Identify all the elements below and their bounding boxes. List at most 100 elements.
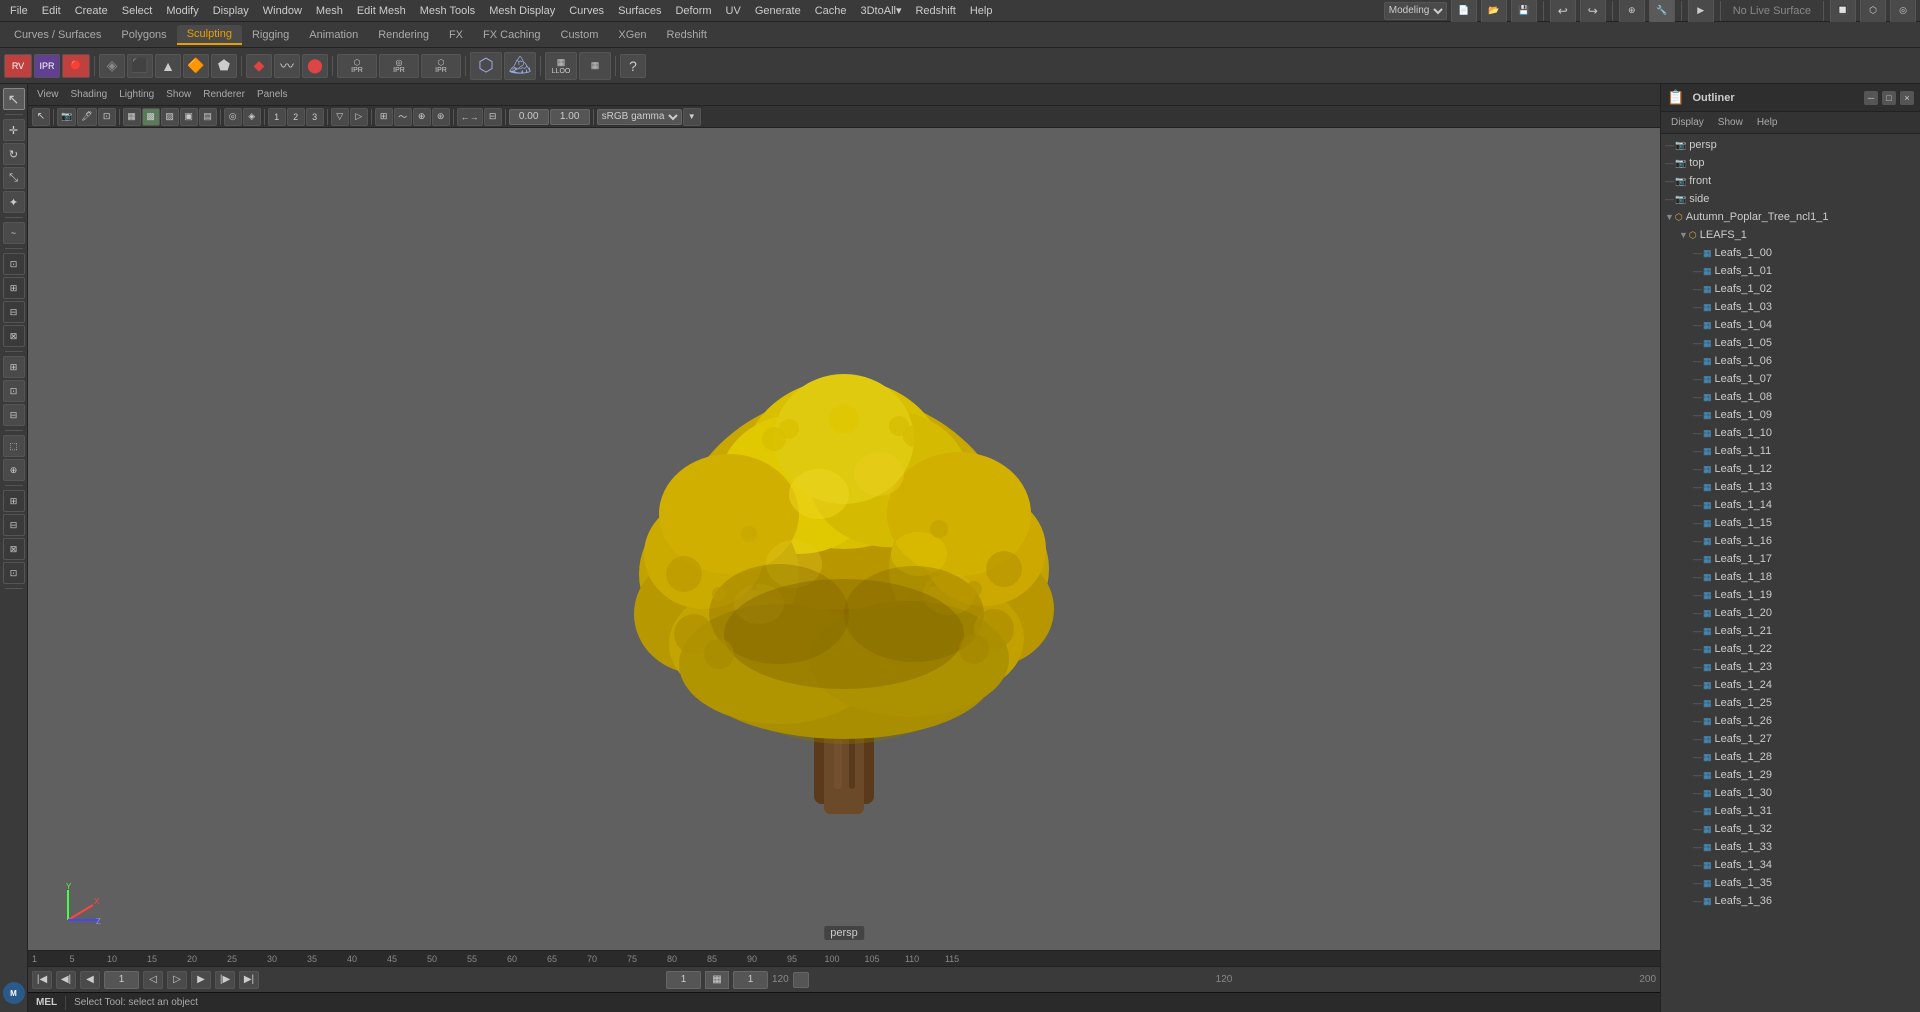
- uv-btn-1[interactable]: ⬡: [470, 52, 502, 80]
- outliner-item[interactable]: — ▦ Leafs_1_31: [1661, 802, 1920, 820]
- icon-btn-1[interactable]: 🔲: [1830, 0, 1856, 23]
- universal-tool-btn[interactable]: ✦: [3, 191, 25, 213]
- vp-panels-menu[interactable]: Panels: [252, 88, 293, 101]
- outliner-item[interactable]: — ▦ Leafs_1_32: [1661, 820, 1920, 838]
- next-frame-btn[interactable]: ▶: [191, 971, 211, 989]
- vp-crease-btn[interactable]: ▷: [350, 108, 368, 126]
- outliner-item[interactable]: — ▦ Leafs_1_14: [1661, 496, 1920, 514]
- outliner-item[interactable]: ▼ ⬡ Autumn_Poplar_Tree_ncl1_1: [1661, 208, 1920, 226]
- outliner-resize-handle[interactable]: [1258, 84, 1264, 1012]
- soft-select-btn[interactable]: ~: [3, 222, 25, 244]
- outliner-item[interactable]: — ▦ Leafs_1_24: [1661, 676, 1920, 694]
- tab-custom[interactable]: Custom: [551, 26, 609, 44]
- show-manip-btn[interactable]: ⊕: [3, 459, 25, 481]
- lasso-btn[interactable]: ⊡: [3, 253, 25, 275]
- outliner-item[interactable]: — ▦ Leafs_1_35: [1661, 874, 1920, 892]
- outliner-item[interactable]: — ▦ Leafs_1_21: [1661, 622, 1920, 640]
- extra-btn-3[interactable]: ⊠: [3, 538, 25, 560]
- redo-btn[interactable]: ↪: [1580, 0, 1606, 23]
- next-key-btn[interactable]: |▶: [215, 971, 235, 989]
- vp-res-3[interactable]: 3: [306, 108, 324, 126]
- range-mid-input[interactable]: [733, 971, 768, 989]
- snap-edge-btn[interactable]: ⊡: [3, 380, 25, 402]
- extra-btn-1[interactable]: ⊞: [3, 490, 25, 512]
- render-view-btn[interactable]: ▶: [1688, 0, 1714, 23]
- outliner-item[interactable]: — ▦ Leafs_1_04: [1661, 316, 1920, 334]
- vp-res-1[interactable]: 1: [268, 108, 286, 126]
- open-file-btn[interactable]: 📂: [1481, 0, 1507, 23]
- render-btn[interactable]: 🔴: [62, 54, 90, 78]
- prev-frame-btn[interactable]: ◀: [80, 971, 100, 989]
- outliner-item[interactable]: — ▦ Leafs_1_20: [1661, 604, 1920, 622]
- outliner-item[interactable]: — ▦ Leafs_1_15: [1661, 514, 1920, 532]
- menu-uv[interactable]: UV: [720, 3, 747, 19]
- paint-btn[interactable]: ⊞: [3, 277, 25, 299]
- tab-curves-surfaces[interactable]: Curves / Surfaces: [4, 26, 111, 44]
- save-btn[interactable]: 💾: [1511, 0, 1537, 23]
- vp-smooth-btn[interactable]: ▽: [331, 108, 349, 126]
- outliner-menu-display[interactable]: Display: [1665, 115, 1710, 130]
- outliner-menu-show[interactable]: Show: [1712, 115, 1749, 130]
- vp-snap-curve[interactable]: 〜: [394, 108, 412, 126]
- undo-btn[interactable]: ↩: [1550, 0, 1576, 23]
- outliner-item[interactable]: — ▦ Leafs_1_11: [1661, 442, 1920, 460]
- outliner-item[interactable]: — ▦ Leafs_1_12: [1661, 460, 1920, 478]
- outliner-minimize-btn[interactable]: ─: [1864, 91, 1878, 105]
- sculpt-btn-2[interactable]: ⊠: [3, 325, 25, 347]
- vp-isolate-btn[interactable]: ◈: [243, 108, 261, 126]
- outliner-item[interactable]: — ▦ Leafs_1_09: [1661, 406, 1920, 424]
- vp-manip-size[interactable]: ←→: [457, 108, 483, 126]
- menu-window[interactable]: Window: [257, 3, 308, 19]
- vp-lit-btn[interactable]: ▣: [180, 108, 198, 126]
- vp-value-1[interactable]: [509, 109, 549, 125]
- shape-btn-5[interactable]: ⬟: [211, 54, 237, 78]
- outliner-item[interactable]: — ▦ Leafs_1_28: [1661, 748, 1920, 766]
- extra-btn-4[interactable]: ⊡: [3, 562, 25, 584]
- menu-help[interactable]: Help: [964, 3, 999, 19]
- outliner-item[interactable]: — ▦ Leafs_1_00: [1661, 244, 1920, 262]
- vp-cam-gate[interactable]: ⊟: [484, 108, 502, 126]
- menu-3dtall[interactable]: 3DtoAll▾: [855, 2, 908, 19]
- sculpt-btn-1[interactable]: ⊟: [3, 301, 25, 323]
- shape-btn-4[interactable]: 🔶: [183, 54, 209, 78]
- outliner-item[interactable]: — ▦ Leafs_1_13: [1661, 478, 1920, 496]
- menu-mesh-display[interactable]: Mesh Display: [483, 3, 561, 19]
- tab-polygons[interactable]: Polygons: [111, 26, 176, 44]
- vp-wireframe-btn[interactable]: ▦: [123, 108, 141, 126]
- tab-xgen[interactable]: XGen: [608, 26, 656, 44]
- outliner-item[interactable]: — ▦ Leafs_1_27: [1661, 730, 1920, 748]
- menu-curves[interactable]: Curves: [563, 3, 610, 19]
- outliner-item[interactable]: — ▦ Leafs_1_30: [1661, 784, 1920, 802]
- tab-animation[interactable]: Animation: [299, 26, 368, 44]
- timeline-track[interactable]: 5 10 15 20 25 30 35 40 45 50 55 60 65 70…: [52, 951, 1656, 966]
- tab-sculpting[interactable]: Sculpting: [177, 25, 242, 45]
- snap-btn[interactable]: ⊕: [1619, 0, 1645, 23]
- outliner-item[interactable]: — ▦ Leafs_1_29: [1661, 766, 1920, 784]
- tab-fx[interactable]: FX: [439, 26, 473, 44]
- prev-key-btn[interactable]: ◀|: [56, 971, 76, 989]
- menu-file[interactable]: File: [4, 3, 34, 19]
- menu-mesh-tools[interactable]: Mesh Tools: [414, 3, 481, 19]
- outliner-item[interactable]: — ▦ Leafs_1_26: [1661, 712, 1920, 730]
- outliner-close-btn[interactable]: ×: [1900, 91, 1914, 105]
- vp-xray-btn[interactable]: ◎: [224, 108, 242, 126]
- vp-snap-surface[interactable]: ⊛: [432, 108, 450, 126]
- ipr-btn[interactable]: IPR: [34, 54, 60, 78]
- vp-select-mode[interactable]: ↖: [32, 108, 50, 126]
- mode-selector[interactable]: Modeling: [1384, 2, 1447, 20]
- menu-deform[interactable]: Deform: [669, 3, 717, 19]
- outliner-item[interactable]: — ▦ Leafs_1_23: [1661, 658, 1920, 676]
- range-checkbox[interactable]: [793, 972, 809, 988]
- outliner-item[interactable]: — ▦ Leafs_1_05: [1661, 334, 1920, 352]
- menu-mesh[interactable]: Mesh: [310, 3, 349, 19]
- outliner-item[interactable]: — ▦ Leafs_1_03: [1661, 298, 1920, 316]
- vp-color-profile-arrow[interactable]: ▼: [683, 108, 701, 126]
- go-start-btn[interactable]: |◀: [32, 971, 52, 989]
- vp-renderer-menu[interactable]: Renderer: [198, 88, 250, 101]
- outliner-item[interactable]: — 📷 front: [1661, 172, 1920, 190]
- vp-paint-select-btn[interactable]: 🖊: [77, 108, 96, 126]
- outliner-item[interactable]: — ▦ Leafs_1_06: [1661, 352, 1920, 370]
- menu-modify[interactable]: Modify: [160, 3, 204, 19]
- current-frame-input[interactable]: [104, 971, 139, 989]
- vp-textured-btn[interactable]: ▨: [161, 108, 179, 126]
